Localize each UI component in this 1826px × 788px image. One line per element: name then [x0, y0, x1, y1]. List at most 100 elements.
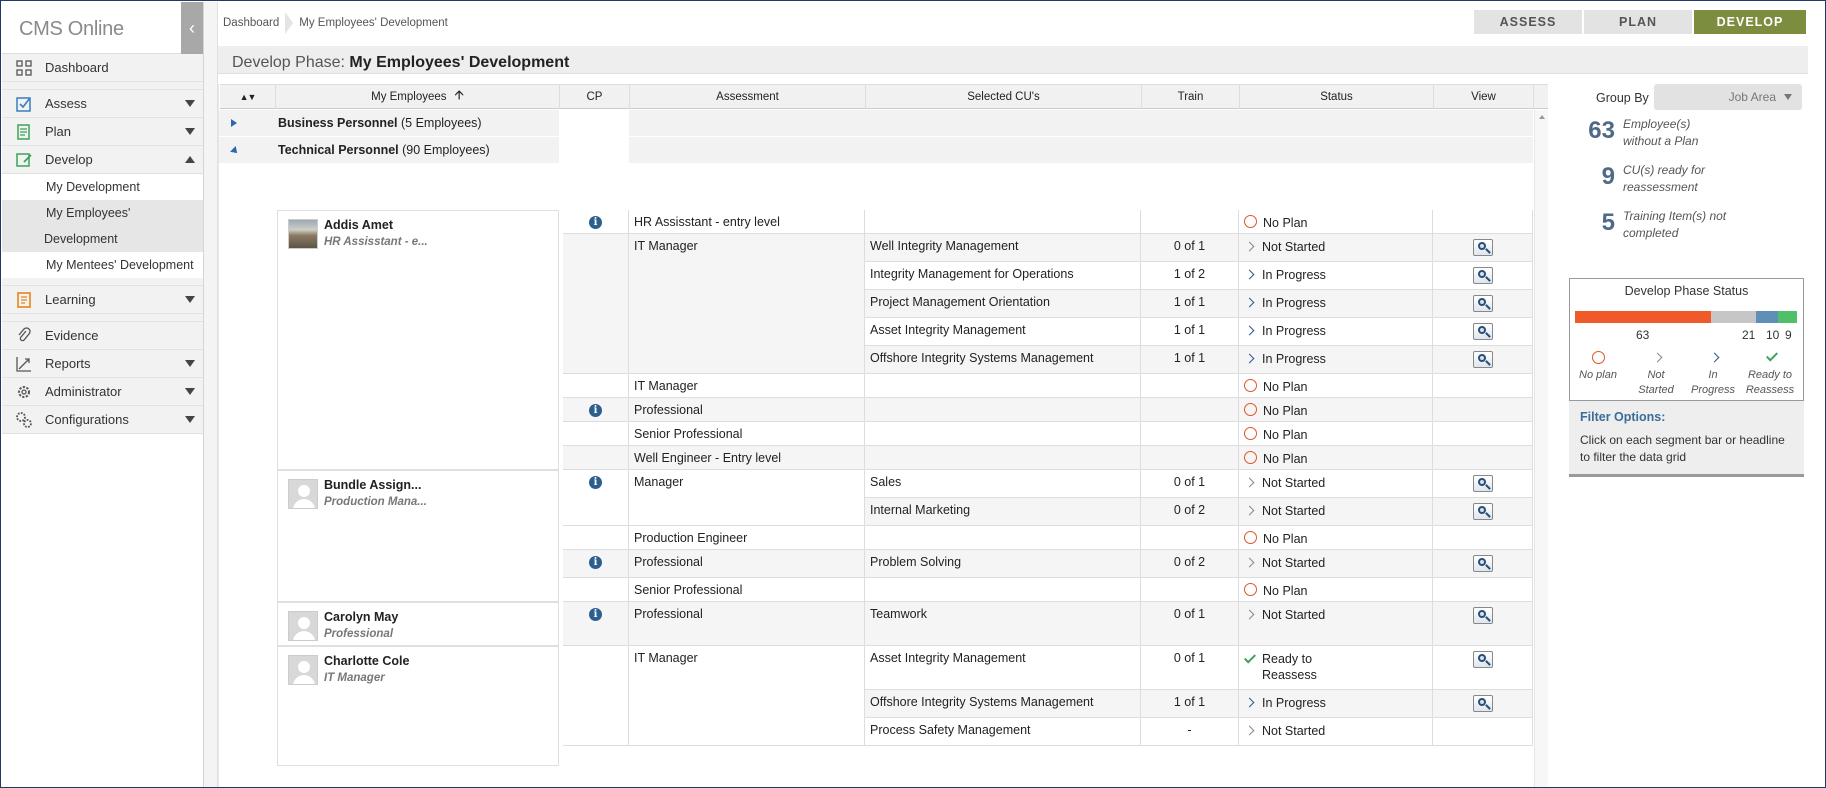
view-details-icon[interactable]	[1473, 351, 1493, 368]
avatar	[288, 219, 318, 249]
sidebar-item-plan[interactable]: Plan	[2, 118, 203, 146]
stat-employees-without-plan[interactable]: 63 Employee(s) without a Plan	[1569, 110, 1804, 156]
group-by-select[interactable]: Job Area	[1654, 84, 1802, 110]
view-cell	[1433, 498, 1533, 526]
chevron-right-icon	[1244, 725, 1255, 736]
info-icon[interactable]: i	[589, 216, 602, 229]
status-label: Not Started	[1262, 556, 1326, 570]
sidebar-item-evidence[interactable]: Evidence	[2, 322, 203, 350]
status-label: In Progress	[1262, 268, 1326, 282]
stat-training-items-not-completed[interactable]: 5 Training Item(s) not completed	[1569, 202, 1804, 248]
train-cell	[1141, 374, 1239, 398]
dashboard-icon	[13, 59, 35, 77]
chevron-right-icon	[1244, 697, 1255, 708]
page-title: Develop Phase: My Employees' Development	[232, 54, 570, 71]
sidebar-item-assess[interactable]: Assess	[2, 90, 203, 118]
employee-cell[interactable]: Charlotte Cole IT Manager	[277, 646, 559, 766]
employee-cell[interactable]: Bundle Assign... Production Mana...	[277, 470, 559, 602]
phase-assess-button[interactable]: ASSESS	[1474, 10, 1582, 34]
learning-icon	[13, 291, 35, 309]
view-details-icon[interactable]	[1473, 295, 1493, 312]
status-cell: In Progress	[1239, 346, 1433, 374]
cp-cell: i	[563, 550, 629, 578]
status-segment-1[interactable]	[1711, 311, 1756, 323]
status-segment-2[interactable]	[1756, 311, 1778, 323]
segment-count: 9	[1785, 328, 1792, 342]
column-header-status[interactable]: Status	[1240, 85, 1434, 109]
view-details-icon[interactable]	[1473, 267, 1493, 284]
view-details-icon[interactable]	[1473, 555, 1493, 572]
selected-cu-cell: Problem Solving	[865, 550, 1141, 578]
column-header-assessment[interactable]: Assessment	[630, 85, 866, 109]
info-icon[interactable]: i	[589, 476, 602, 489]
avatar	[288, 655, 318, 685]
group-row-technical-personnel[interactable]: Technical Personnel (90 Employees)	[219, 137, 1533, 163]
view-details-icon[interactable]	[1473, 607, 1493, 624]
sidebar-item-reports[interactable]: Reports	[2, 350, 203, 378]
info-icon[interactable]: i	[589, 404, 602, 417]
legend-in-progress[interactable]: In Progress	[1687, 348, 1739, 398]
column-header-view[interactable]: View	[1434, 85, 1534, 109]
phase-plan-button[interactable]: PLAN	[1584, 10, 1692, 34]
employee-name[interactable]: Charlotte Cole	[324, 654, 409, 668]
column-header-employees[interactable]: My Employees 🡩	[276, 85, 560, 109]
chevron-down-icon	[185, 296, 195, 303]
sidebar-item-configurations[interactable]: Configurations	[2, 406, 203, 434]
sidebar-subitem-my-mentees-development[interactable]: My Mentees' Development	[2, 252, 203, 278]
legend-not-started[interactable]: Not Started	[1630, 348, 1682, 398]
sort-toggle-button[interactable]: ▲▼	[220, 85, 276, 109]
view-details-icon[interactable]	[1473, 503, 1493, 520]
sidebar-subitem-my-employees-development[interactable]: My Employees' Development	[2, 200, 203, 252]
group-row-business-personnel[interactable]: Business Personnel (5 Employees)	[219, 110, 1533, 136]
summary-panel: Group By Job Area 63 Employee(s) without …	[1569, 84, 1804, 494]
stat-cus-ready-for-reassessment[interactable]: 9 CU(s) ready for reassessment	[1569, 156, 1804, 202]
view-cell	[1433, 262, 1533, 290]
sidebar-item-develop[interactable]: Develop	[2, 146, 203, 174]
column-header-selected-cus[interactable]: Selected CU's	[866, 85, 1142, 109]
view-details-icon[interactable]	[1473, 239, 1493, 256]
employee-name[interactable]: Bundle Assign...	[324, 478, 421, 492]
column-header-train[interactable]: Train	[1142, 85, 1240, 109]
segment-count: 21	[1742, 328, 1756, 342]
sidebar-item-dashboard[interactable]: Dashboard	[2, 54, 203, 82]
status-segment-bar	[1575, 311, 1798, 323]
legend-no-plan[interactable]: No plan	[1572, 348, 1624, 383]
status-segment-3[interactable]	[1778, 311, 1797, 323]
sidebar-item-administrator[interactable]: Administrator	[2, 378, 203, 406]
status-cell: In Progress	[1239, 290, 1433, 318]
selected-cu-cell: Asset Integrity Management	[865, 318, 1141, 346]
employee-name[interactable]: Addis Amet	[324, 218, 393, 232]
view-details-icon[interactable]	[1473, 475, 1493, 492]
breadcrumb-separator	[285, 12, 294, 34]
employee-cell[interactable]: Carolyn May Professional	[277, 602, 559, 646]
phase-develop-button[interactable]: DEVELOP	[1694, 10, 1806, 34]
legend-ready-to-reassess[interactable]: Ready to Reassess	[1744, 348, 1796, 398]
collapse-sidebar-button[interactable]: ‹	[181, 2, 203, 54]
cp-cell	[563, 526, 629, 550]
grid-scrollbar[interactable]	[1534, 110, 1548, 787]
status-cell: No Plan	[1239, 578, 1433, 602]
sidebar-subitem-my-development[interactable]: My Development	[2, 174, 203, 200]
train-cell: 0 of 1	[1141, 602, 1239, 646]
status-segment-0[interactable]	[1575, 311, 1711, 323]
view-details-icon[interactable]	[1473, 323, 1493, 340]
column-header-cp[interactable]: CP	[560, 85, 630, 109]
breadcrumb-dashboard[interactable]: Dashboard	[223, 17, 279, 29]
view-details-icon[interactable]	[1473, 695, 1493, 712]
status-label: Not Started	[1262, 240, 1326, 254]
status-label: No Plan	[1263, 532, 1308, 546]
sidebar-item-label: Develop	[45, 152, 93, 167]
chevron-right-icon	[1244, 241, 1255, 252]
info-icon[interactable]: i	[589, 608, 602, 621]
info-icon[interactable]: i	[589, 556, 602, 569]
selected-cu-cell	[865, 422, 1141, 446]
chevron-right-icon	[1244, 297, 1255, 308]
view-cell	[1433, 374, 1533, 398]
employee-cell[interactable]: Addis Amet HR Assisstant - e...	[277, 210, 559, 470]
selected-cu-cell: Process Safety Management	[865, 718, 1141, 746]
sidebar-item-learning[interactable]: Learning	[2, 286, 203, 314]
employee-name[interactable]: Carolyn May	[324, 610, 398, 624]
status-cell: Not Started	[1239, 550, 1433, 578]
assessment-cell: HR Assisstant - entry level	[629, 210, 865, 234]
view-details-icon[interactable]	[1473, 651, 1493, 668]
